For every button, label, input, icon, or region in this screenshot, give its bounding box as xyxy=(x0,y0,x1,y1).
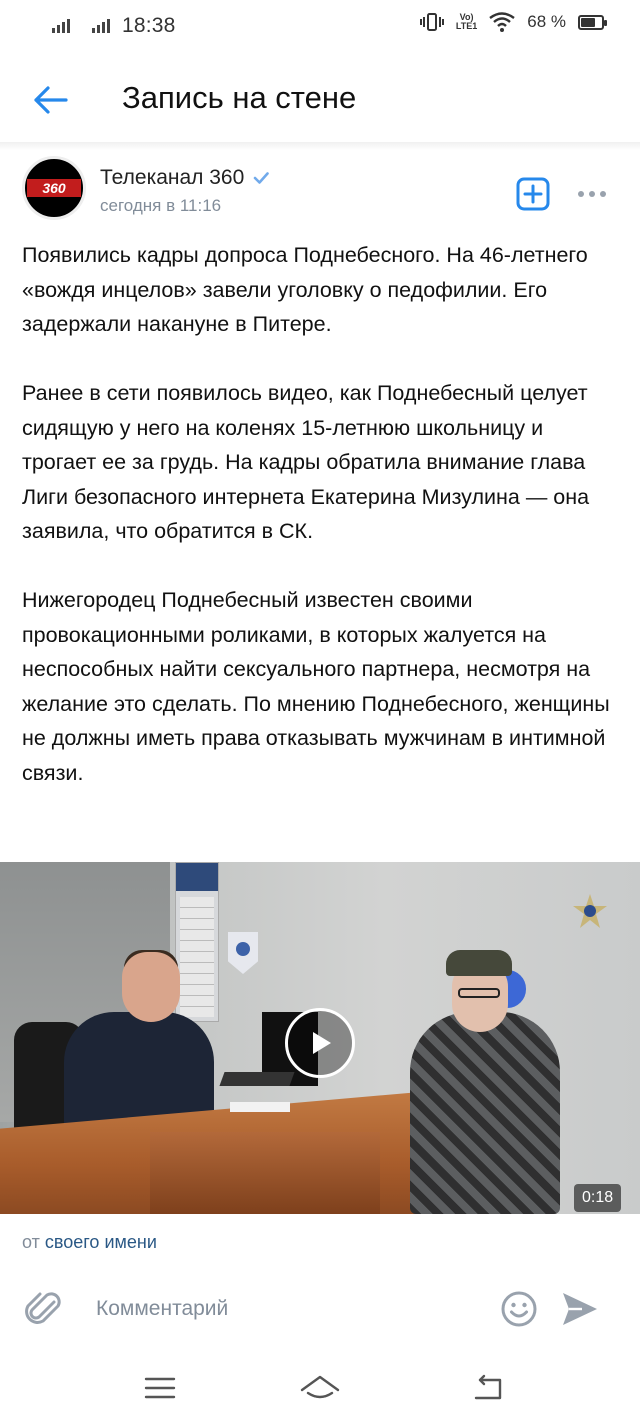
emblem-icon xyxy=(573,894,607,928)
volte-icon: Vo) LTE1 xyxy=(455,12,478,31)
more-dot-icon xyxy=(589,191,595,197)
status-right: Vo) LTE1 68 % xyxy=(419,12,607,32)
post-header: 360 Телеканал 360 сегодня в 11:16 xyxy=(0,152,640,232)
sender-select-link[interactable]: своего имени xyxy=(45,1232,157,1252)
post-time[interactable]: сегодня в 11:16 xyxy=(100,196,221,216)
battery-icon xyxy=(578,14,607,30)
more-button[interactable] xyxy=(578,186,618,202)
system-nav-bar xyxy=(0,1354,640,1423)
signal-2-icon xyxy=(92,19,110,33)
subscribe-button[interactable] xyxy=(515,176,551,212)
paperclip-icon[interactable] xyxy=(24,1288,66,1330)
post-paragraph: Появились кадры допроса Поднебесного. На… xyxy=(22,243,588,336)
author-row: Телеканал 360 xyxy=(100,166,270,190)
more-dot-icon xyxy=(578,191,584,197)
comment-sender: от своего имени xyxy=(22,1232,157,1253)
vibrate-icon xyxy=(419,13,444,31)
nav-home-button[interactable] xyxy=(298,1368,342,1408)
status-bar: 18:38 Vo) LTE1 68 % xyxy=(0,0,640,54)
battery-level xyxy=(581,17,595,27)
avatar-logo: 360 xyxy=(27,179,81,197)
status-left: 18:38 xyxy=(52,14,176,38)
nav-back-button[interactable] xyxy=(466,1368,510,1408)
author-name[interactable]: Телеканал 360 xyxy=(100,166,244,190)
verified-icon xyxy=(252,169,270,187)
comment-input[interactable] xyxy=(96,1292,476,1326)
author-avatar[interactable]: 360 xyxy=(22,156,86,220)
top-app-bar: Запись на стене xyxy=(0,62,640,142)
post-paragraph: Нижегородец Поднебесный известен своими … xyxy=(22,588,610,785)
video-duration: 0:18 xyxy=(574,1184,622,1212)
page-title: Запись на стене xyxy=(122,80,357,115)
wifi-icon xyxy=(489,12,515,32)
status-time: 18:38 xyxy=(122,14,176,37)
back-nav-icon xyxy=(474,1374,502,1400)
plus-square-icon xyxy=(516,177,550,211)
back-button[interactable] xyxy=(26,76,74,124)
play-button[interactable] xyxy=(285,1008,355,1078)
header-divider xyxy=(0,142,640,150)
post-paragraph: Ранее в сети появилось видео, как Поднеб… xyxy=(22,381,590,543)
arrow-left-icon xyxy=(34,86,68,114)
battery-percent: 68 % xyxy=(527,12,566,31)
smile-icon[interactable] xyxy=(500,1290,538,1328)
sender-prefix: от xyxy=(22,1232,40,1252)
send-icon[interactable] xyxy=(560,1290,600,1328)
post-text: Появились кадры допроса Поднебесного. На… xyxy=(22,238,622,790)
video-player[interactable]: 0:18 xyxy=(0,862,640,1214)
home-icon xyxy=(300,1375,340,1399)
menu-icon xyxy=(144,1377,176,1399)
comment-bar xyxy=(0,1272,640,1346)
video-calendar xyxy=(175,862,219,1022)
nav-menu-button[interactable] xyxy=(138,1368,182,1408)
play-icon xyxy=(313,1032,331,1054)
more-dot-icon xyxy=(600,191,606,197)
signal-1-icon xyxy=(52,19,70,33)
